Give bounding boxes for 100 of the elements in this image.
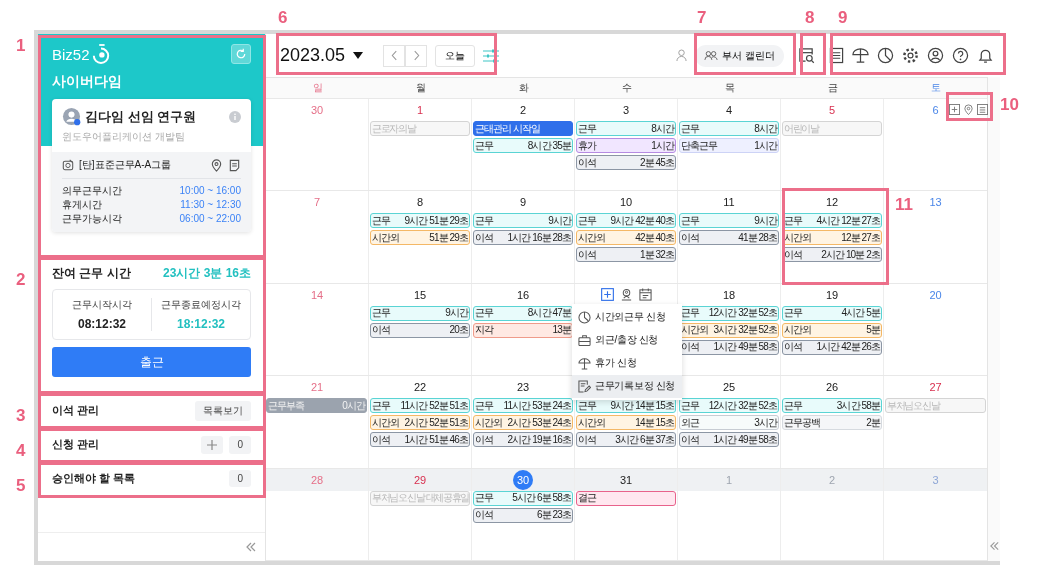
day-number[interactable]: 30 <box>513 469 533 490</box>
collapse-icon[interactable] <box>245 542 257 552</box>
work-entry[interactable]: 근무 9시간 <box>370 305 470 321</box>
menu-item[interactable]: 시간외근무 신청 <box>572 305 682 329</box>
day-number[interactable]: 10 <box>617 193 635 212</box>
overtime-entry[interactable]: 시간외 3시간 32분 52초 <box>679 322 779 338</box>
away-entry[interactable]: 이석 1분 32초 <box>576 247 676 263</box>
away-entry[interactable]: 이석 2시간 10분 2초 <box>782 247 882 263</box>
menu-item[interactable]: 근무기록보정 신청 <box>572 374 682 398</box>
notification-bell-icon[interactable] <box>977 47 994 64</box>
work-entry[interactable]: 근무 8시간 35분 <box>473 138 573 153</box>
memo-icon[interactable] <box>976 104 988 115</box>
day-number[interactable]: 5 <box>823 101 841 119</box>
day-number[interactable]: 31 <box>617 470 635 489</box>
away-entry[interactable]: 이석 6분 23초 <box>473 507 573 523</box>
away-entry[interactable]: 이석 2시간 19분 16초 <box>473 432 573 448</box>
work-entry[interactable]: 근무 11시간 53분 24초 <box>473 398 573 414</box>
work-entry[interactable]: 근무 8시간 47분 <box>473 305 573 321</box>
day-number[interactable]: 27 <box>926 378 945 397</box>
day-number[interactable]: 20 <box>926 285 945 304</box>
away-entry[interactable]: 이석 3시간 6분 37초 <box>576 432 676 448</box>
day-number[interactable]: 1 <box>411 101 429 119</box>
collapse-icon[interactable] <box>988 541 1000 551</box>
day-number[interactable]: 11 <box>720 193 738 212</box>
month-title[interactable]: 2023.05 <box>280 45 346 66</box>
weekday-label: 일 <box>311 81 324 95</box>
day-number[interactable]: 19 <box>823 285 841 304</box>
away-entry[interactable]: 이석 20초 <box>370 322 470 338</box>
day-number[interactable]: 2 <box>514 101 532 119</box>
work-entry[interactable]: 근무 9시간 42분 40초 <box>576 213 676 229</box>
work-entry[interactable]: 근무 3시간 58분 <box>782 398 882 414</box>
day-number[interactable]: 12 <box>823 193 841 212</box>
work-entry[interactable]: 근무 9시간 <box>473 213 573 229</box>
day-number[interactable]: 13 <box>926 193 945 212</box>
away-entry[interactable]: 이석 41분 28초 <box>679 230 779 246</box>
away-entry[interactable]: 이석 1시간 16분 28초 <box>473 230 573 246</box>
menu-item[interactable]: 외근/출장 신청 <box>572 328 682 352</box>
start-day-entry[interactable]: 근태관리 시작일 <box>473 121 573 136</box>
outside-work-entry[interactable]: 외근 3시간 <box>679 415 779 431</box>
day-number[interactable]: 22 <box>411 378 429 397</box>
menu-item[interactable]: 휴가 신청 <box>572 351 682 375</box>
overtime-entry[interactable]: 시간외 2시간 52분 51초 <box>370 415 470 431</box>
day-number[interactable]: 4 <box>720 101 738 119</box>
work-entry[interactable]: 근무 9시간 51분 29초 <box>370 213 470 229</box>
overtime-entry[interactable]: 시간외 51분 29초 <box>370 230 470 246</box>
day-number[interactable]: 25 <box>720 378 738 397</box>
overtime-entry[interactable]: 시간외 42분 40초 <box>576 230 676 246</box>
day-number[interactable]: 8 <box>411 193 429 212</box>
work-entry[interactable]: 근무 8시간 <box>576 121 676 136</box>
settings-icon[interactable] <box>902 47 919 64</box>
add-entry-icon[interactable] <box>600 288 614 302</box>
day-number[interactable]: 15 <box>411 285 429 304</box>
day-number[interactable]: 26 <box>823 378 841 397</box>
calendar-search-icon[interactable] <box>798 47 815 64</box>
memo-icon[interactable] <box>228 158 241 172</box>
day-number[interactable]: 6 <box>926 101 945 119</box>
away-entry[interactable]: 이석 1시간 42분 26초 <box>782 339 882 355</box>
help-icon[interactable] <box>952 47 969 64</box>
work-entry[interactable]: 근무 4시간 5분 <box>782 305 882 321</box>
late-entry[interactable]: 지각 13분 <box>473 322 573 338</box>
umbrella-icon[interactable] <box>852 47 869 64</box>
overtime-entry[interactable]: 시간외 14분 15초 <box>576 415 676 431</box>
overtime-entry[interactable]: 시간외 5분 <box>782 322 882 338</box>
overtime-entry[interactable]: 시간외 2시간 53분 24초 <box>473 415 573 431</box>
away-entry[interactable]: 이석 2분 45초 <box>576 155 676 170</box>
short-work-entry[interactable]: 단축근무 1시간 <box>679 138 779 153</box>
location-pin-icon[interactable] <box>962 104 974 115</box>
clock-in-button[interactable]: 출근 <box>52 347 251 377</box>
overtime-entry[interactable]: 시간외 12분 27초 <box>782 230 882 246</box>
dropdown-caret-icon[interactable] <box>353 51 364 60</box>
day-number[interactable]: 23 <box>514 378 532 397</box>
avatar-icon <box>62 107 81 126</box>
work-entry[interactable]: 근무 9시간 <box>679 213 779 229</box>
away-entry[interactable]: 이석 1시간 51분 46초 <box>370 432 470 448</box>
work-entry[interactable]: 근무 12시간 32분 52초 <box>679 398 779 414</box>
calendar-icon[interactable] <box>638 288 652 302</box>
plus-square-icon[interactable] <box>948 104 960 115</box>
pie-chart-icon[interactable] <box>877 47 894 64</box>
location-pin-icon[interactable] <box>210 158 223 172</box>
filter-sliders-icon[interactable] <box>483 48 500 63</box>
day-number[interactable]: 3 <box>617 101 635 119</box>
user-profile-icon[interactable] <box>927 47 944 64</box>
view-list-button[interactable]: 목록보기 <box>195 400 251 421</box>
day-number[interactable]: 16 <box>514 285 532 304</box>
work-entry[interactable]: 근무 8시간 <box>679 121 779 136</box>
day-number[interactable]: 18 <box>720 285 738 304</box>
day-number[interactable]: 29 <box>411 470 429 489</box>
person-pin-icon[interactable] <box>619 288 633 302</box>
today-button[interactable]: 오늘 <box>435 44 476 67</box>
away-entry[interactable]: 이석 1시간 49분 58초 <box>679 339 779 355</box>
edit-document-icon <box>578 379 591 393</box>
chevron-left-icon <box>390 50 398 61</box>
away-entry[interactable]: 이석 1시간 49분 58초 <box>679 432 779 448</box>
day-number[interactable]: 9 <box>514 193 532 212</box>
work-entry[interactable]: 근무 11시간 52분 51초 <box>370 398 470 414</box>
department-calendar-button[interactable]: 부서 캘린더 <box>695 44 784 67</box>
gap-entry[interactable]: 근무공백 2분 <box>782 415 882 431</box>
work-entry[interactable]: 근무 12시간 32분 52초 <box>679 305 779 321</box>
leave-entry[interactable]: 휴가 1시간 <box>576 138 676 153</box>
work-entry[interactable]: 근무 4시간 12분 27초 <box>782 213 882 229</box>
